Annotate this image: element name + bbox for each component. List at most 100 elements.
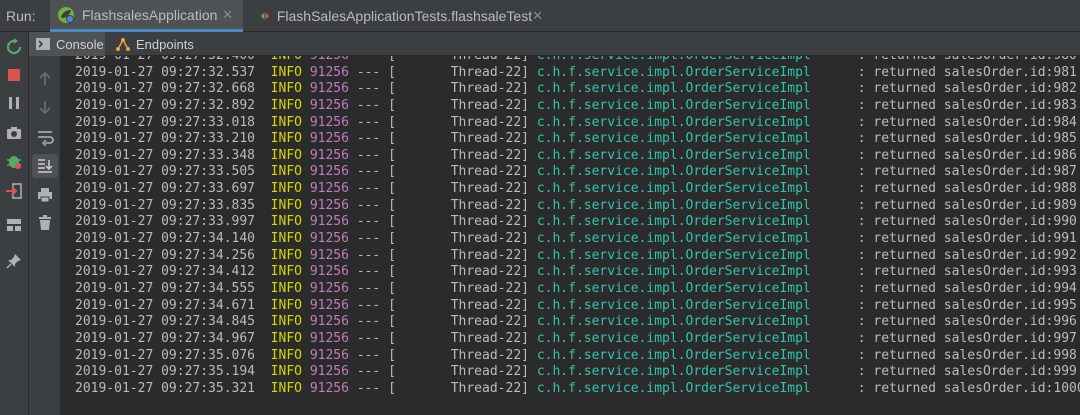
log-timestamp: 2019-01-27 09:27:33.835 bbox=[75, 197, 256, 213]
log-level: INFO bbox=[270, 64, 302, 80]
log-pid: 91256 bbox=[309, 164, 349, 180]
log-timestamp: 2019-01-27 09:27:34.140 bbox=[75, 231, 256, 247]
log-level: INFO bbox=[270, 297, 302, 313]
log-message: : returned salesOrder.id:984 bbox=[857, 114, 1077, 130]
log-line: 2019-01-27 09:27:33.018 INFO 91256 --- [… bbox=[75, 115, 1080, 132]
log-message: : returned salesOrder.id:988 bbox=[857, 181, 1077, 197]
debug-icon[interactable] bbox=[5, 152, 23, 170]
log-level: INFO bbox=[270, 280, 302, 296]
log-message: : returned salesOrder.id:995 bbox=[857, 297, 1077, 313]
log-line: 2019-01-27 09:27:34.671 INFO 91256 --- [… bbox=[75, 298, 1080, 315]
log-logger: c.h.f.service.impl.OrderServiceImpl bbox=[536, 347, 811, 363]
log-timestamp: 2019-01-27 09:27:33.997 bbox=[75, 214, 256, 230]
log-logger: c.h.f.service.impl.OrderServiceImpl bbox=[536, 164, 811, 180]
log-separator: --- bbox=[356, 347, 381, 363]
log-timestamp: 2019-01-27 09:27:35.194 bbox=[75, 364, 256, 380]
log-separator: --- bbox=[356, 164, 381, 180]
log-thread: [ Thread-22] bbox=[388, 131, 529, 147]
log-level: INFO bbox=[270, 131, 302, 147]
pause-icon[interactable] bbox=[5, 94, 23, 112]
log-message: : returned salesOrder.id:982 bbox=[857, 81, 1077, 97]
console-toolbar bbox=[29, 56, 61, 415]
tab-endpoints[interactable]: Endpoints bbox=[109, 32, 225, 56]
tab-flashsale-test[interactable]: FlashSalesApplicationTests.flashsaleTest… bbox=[253, 0, 553, 32]
log-level: INFO bbox=[270, 364, 302, 380]
log-level: INFO bbox=[270, 264, 302, 280]
run-left-toolbar bbox=[0, 32, 29, 415]
console-icon bbox=[36, 38, 50, 50]
exit-icon[interactable] bbox=[5, 182, 23, 200]
log-separator: --- bbox=[357, 56, 380, 63]
up-arrow-icon[interactable] bbox=[36, 70, 54, 88]
log-pid: 91256 bbox=[309, 64, 349, 80]
scroll-to-end-icon[interactable] bbox=[36, 157, 54, 175]
log-timestamp: 2019-01-27 09:27:34.967 bbox=[75, 330, 256, 346]
down-arrow-icon[interactable] bbox=[36, 98, 54, 116]
print-icon[interactable] bbox=[36, 186, 54, 204]
log-thread: [ Thread-22] bbox=[388, 64, 529, 80]
log-thread: [ Thread-22] bbox=[388, 380, 529, 396]
log-message: : returned salesOrder.id:991 bbox=[857, 231, 1077, 247]
log-line: 2019-01-27 09:27:34.967 INFO 91256 --- [… bbox=[75, 331, 1080, 348]
log-level: INFO bbox=[270, 247, 302, 263]
rerun-icon[interactable] bbox=[5, 38, 23, 56]
layout-icon[interactable] bbox=[5, 216, 23, 234]
log-pid: 91256 bbox=[310, 56, 349, 63]
log-line: 2019-01-27 09:27:32.400 INFO 91256 --- [… bbox=[75, 56, 1080, 65]
log-logger: c.h.f.service.impl.OrderServiceImpl bbox=[537, 56, 811, 63]
log-separator: --- bbox=[356, 131, 381, 147]
log-logger: c.h.f.service.impl.OrderServiceImpl bbox=[536, 280, 811, 296]
log-line: 2019-01-27 09:27:33.835 INFO 91256 --- [… bbox=[75, 198, 1080, 215]
log-timestamp: 2019-01-27 09:27:35.321 bbox=[75, 380, 256, 396]
log-line: 2019-01-27 09:27:33.348 INFO 91256 --- [… bbox=[75, 148, 1080, 165]
log-separator: --- bbox=[356, 181, 381, 197]
log-line: 2019-01-27 09:27:32.537 INFO 91256 --- [… bbox=[75, 65, 1080, 82]
soft-wrap-icon[interactable] bbox=[36, 128, 54, 146]
log-separator: --- bbox=[356, 280, 381, 296]
log-logger: c.h.f.service.impl.OrderServiceImpl bbox=[536, 247, 811, 263]
log-timestamp: 2019-01-27 09:27:34.845 bbox=[75, 314, 256, 330]
console-output[interactable]: 2019-01-27 09:27:32.400 INFO 91256 --- [… bbox=[61, 56, 1080, 415]
log-line: 2019-01-27 09:27:32.668 INFO 91256 --- [… bbox=[75, 81, 1080, 98]
log-thread: [ Thread-22] bbox=[388, 247, 529, 263]
tab-label: FlashSalesApplicationTests.flashsaleTest bbox=[276, 8, 533, 24]
stop-icon[interactable] bbox=[5, 66, 23, 84]
log-pid: 91256 bbox=[309, 280, 349, 296]
log-message: : returned salesOrder.id:1000 bbox=[857, 380, 1080, 396]
log-line: 2019-01-27 09:27:34.412 INFO 91256 --- [… bbox=[75, 264, 1080, 281]
log-separator: --- bbox=[356, 97, 381, 113]
log-logger: c.h.f.service.impl.OrderServiceImpl bbox=[536, 297, 811, 313]
log-logger: c.h.f.service.impl.OrderServiceImpl bbox=[536, 231, 811, 247]
log-thread: [ Thread-22] bbox=[388, 164, 529, 180]
log-timestamp: 2019-01-27 09:27:32.537 bbox=[75, 64, 256, 80]
log-level: INFO bbox=[270, 380, 302, 396]
pin-icon[interactable] bbox=[5, 252, 23, 270]
log-thread: [ Thread-22] bbox=[388, 231, 529, 247]
log-message: : returned salesOrder.id:998 bbox=[857, 347, 1077, 363]
log-level: INFO bbox=[270, 347, 302, 363]
log-message: : returned salesOrder.id:999 bbox=[857, 364, 1077, 380]
camera-icon[interactable] bbox=[5, 124, 23, 142]
log-thread: [ Thread-22] bbox=[388, 114, 529, 130]
close-icon[interactable]: ✕ bbox=[532, 8, 543, 24]
log-logger: c.h.f.service.impl.OrderServiceImpl bbox=[536, 64, 811, 80]
close-icon[interactable]: ✕ bbox=[222, 7, 233, 23]
tab-label: Console bbox=[56, 36, 104, 52]
log-message: : returned salesOrder.id:990 bbox=[857, 214, 1077, 230]
log-thread: [ Thread-22] bbox=[388, 147, 529, 163]
log-pid: 91256 bbox=[309, 364, 349, 380]
log-message: : returned salesOrder.id:980 bbox=[858, 56, 1077, 63]
log-level: INFO bbox=[270, 314, 302, 330]
trash-icon[interactable] bbox=[36, 214, 54, 232]
log-thread: [ Thread-22] bbox=[388, 280, 529, 296]
log-pid: 91256 bbox=[309, 247, 349, 263]
log-pid: 91256 bbox=[309, 197, 349, 213]
log-separator: --- bbox=[356, 247, 381, 263]
run-tab-bar: Run: FlashsalesApplication ✕ FlashSalesA… bbox=[0, 0, 1080, 32]
log-line: 2019-01-27 09:27:34.256 INFO 91256 --- [… bbox=[75, 248, 1080, 265]
tab-console[interactable]: Console bbox=[29, 32, 105, 56]
log-thread: [ Thread-22] bbox=[388, 347, 529, 363]
log-line: 2019-01-27 09:27:33.505 INFO 91256 --- [… bbox=[75, 164, 1080, 181]
tab-flashsales-application[interactable]: FlashsalesApplication ✕ bbox=[50, 0, 243, 32]
log-level: INFO bbox=[270, 231, 302, 247]
